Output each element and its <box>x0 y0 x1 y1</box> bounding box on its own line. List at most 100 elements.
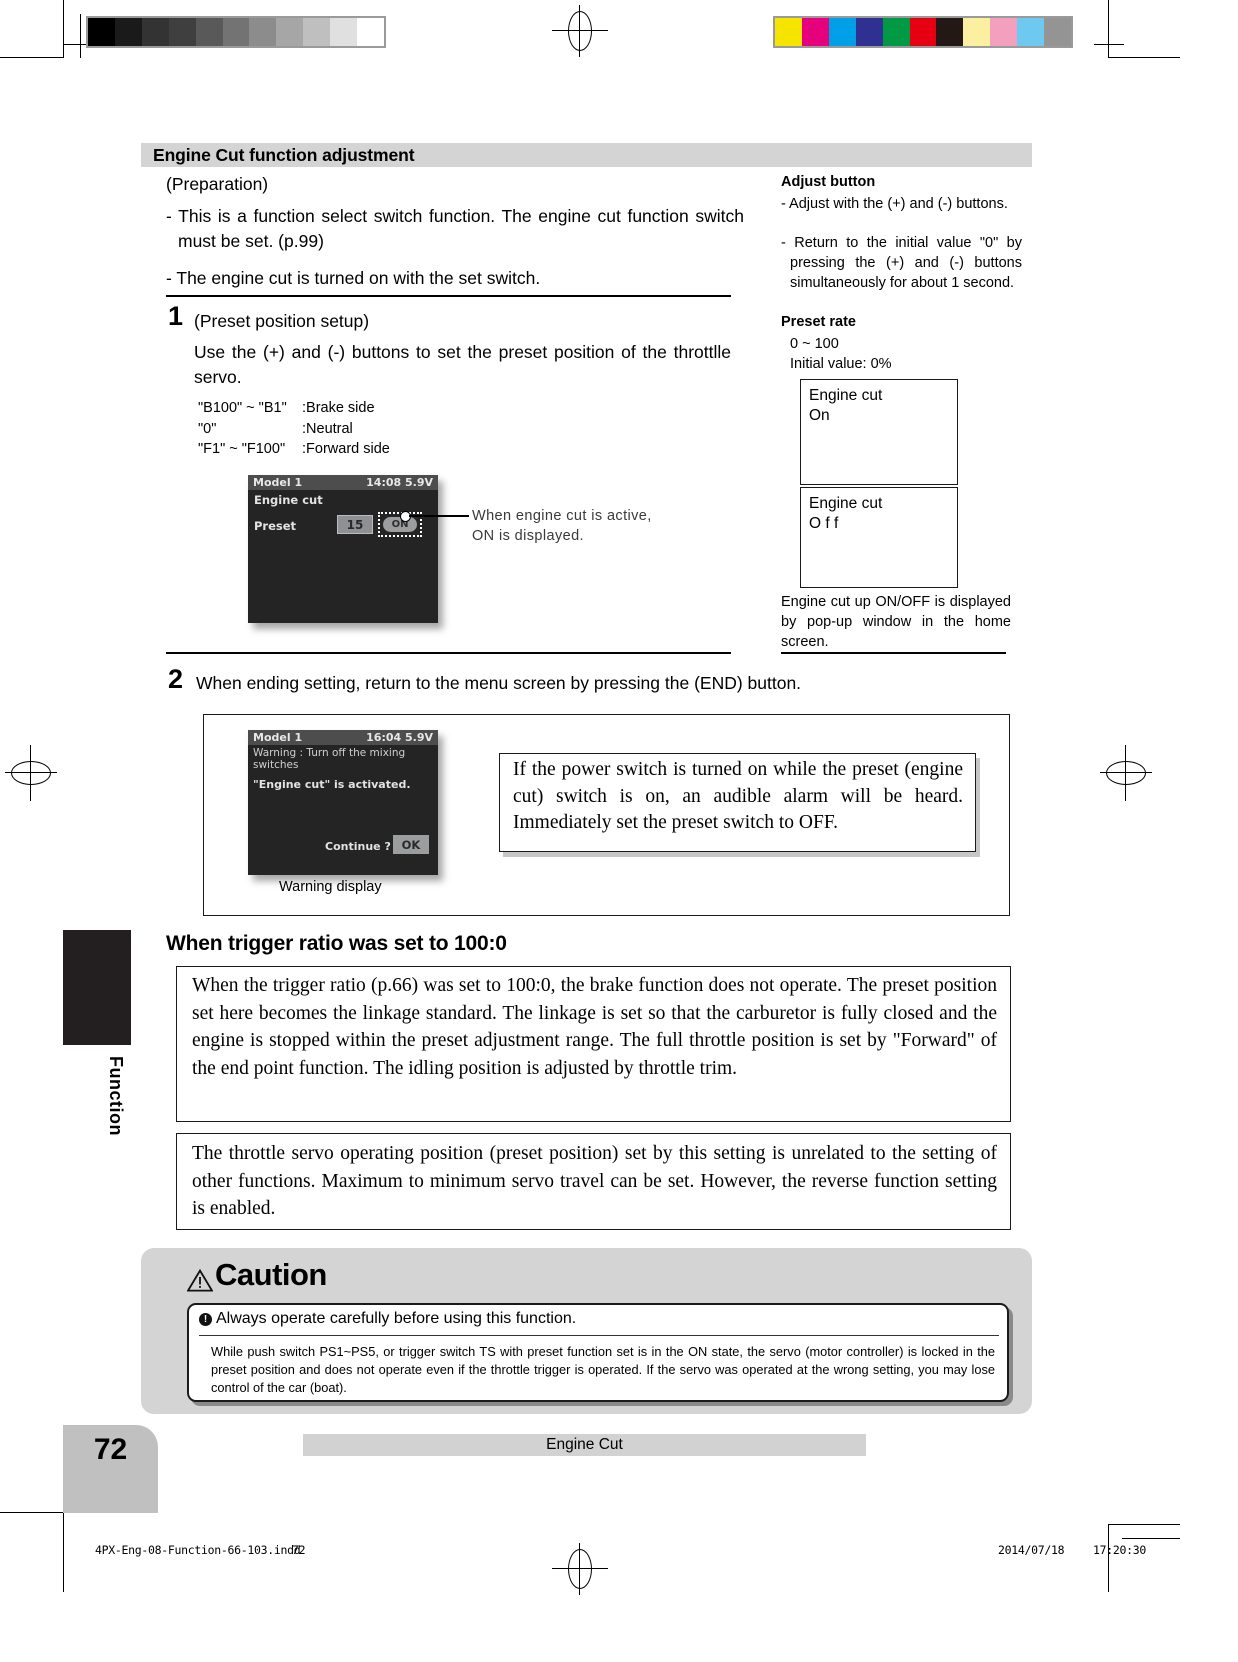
lcd-warning-time-voltage: 16:04 5.9V <box>366 731 433 744</box>
caution-headline: Always operate carefully before using th… <box>216 1310 577 1327</box>
page-number: 72 <box>63 1425 158 1513</box>
gray-swatch <box>249 18 277 46</box>
preset-rate-initial: Initial value: 0% <box>790 356 892 372</box>
range-value-3: "F1" ~ "F100" <box>198 441 286 458</box>
prep-item-1: - This is a function select switch funct… <box>166 206 744 252</box>
adjust-item-1: - Adjust with the (+) and (-) buttons. <box>781 196 1008 212</box>
gray-swatch <box>357 18 384 46</box>
print-date: 2014/07/18 <box>998 1543 1065 1557</box>
lcd-preset-screen: Model 1 14:08 5.9V Engine cut Preset 15 … <box>248 475 438 623</box>
gray-swatch <box>222 18 250 46</box>
crop-mark-bottom-right-inner <box>1122 1538 1180 1540</box>
crop-mark-bottom-left-h <box>0 1512 63 1514</box>
side-tab-label: Function <box>106 1056 126 1136</box>
preset-range-table: "B100" ~ "B1" :Brake side "0" :Neutral "… <box>198 398 618 460</box>
popup-on-line2: On <box>809 407 830 425</box>
step1-number: 1 <box>168 301 184 331</box>
lcd-row-label: Preset <box>254 519 297 533</box>
lcd-status-bar: Model 1 14:08 5.9V <box>248 475 438 490</box>
color-swatch <box>909 18 937 46</box>
popup-off-line1: Engine cut <box>809 495 883 512</box>
crop-mark-bottom-right-v <box>1108 1524 1110 1592</box>
range-desc-2: :Neutral <box>302 420 353 437</box>
step1-subtitle: (Preset position setup) <box>194 311 370 331</box>
lcd-warning-screen: Model 1 16:04 5.9V Warning : Turn off th… <box>248 730 438 875</box>
lcd-callout-text: When engine cut is active, ON is display… <box>472 508 652 544</box>
caution-title-label: Caution <box>215 1257 327 1292</box>
registration-mark-bottom <box>552 1543 608 1595</box>
preparation-label: (Preparation) <box>166 174 269 194</box>
color-swatch <box>828 18 856 46</box>
prep-item-2: - The engine cut is turned on with the s… <box>166 268 541 288</box>
range-desc-1: :Brake side <box>302 400 375 416</box>
crop-mark-top-right-corner-h <box>1094 44 1124 46</box>
footer-chapter-band: Engine Cut <box>303 1434 866 1456</box>
color-swatch <box>936 18 964 46</box>
warning-triangle-icon <box>186 1264 214 1292</box>
registration-mark-top <box>552 5 608 57</box>
exclamation-icon: ! <box>199 1313 212 1326</box>
preset-rate-title: Preset rate <box>781 314 856 330</box>
color-swatch <box>963 18 991 46</box>
lcd-model-name: Model 1 <box>253 476 303 489</box>
caution-inner-box: ! Always operate carefully before using t… <box>187 1303 1009 1402</box>
lcd-warning-ok-button[interactable]: OK <box>393 835 429 854</box>
warning-display-caption: Warning display <box>279 879 382 895</box>
gray-swatch <box>195 18 223 46</box>
lcd-warning-model-name: Model 1 <box>253 731 303 744</box>
lcd-warning-line1: Warning : Turn off the mixing switches <box>253 747 406 771</box>
crop-mark-bottom-right-h <box>1108 1524 1180 1526</box>
crop-mark-top-right-v <box>1108 0 1110 58</box>
caution-body-text: While push switch PS1~PS5, or trigger sw… <box>211 1344 995 1396</box>
lcd-preset-value[interactable]: 15 <box>337 515 373 534</box>
callout-leader-line <box>409 515 469 517</box>
trigger-para2-text: The throttle servo operating position (p… <box>192 1143 997 1220</box>
side-tab-marker <box>63 930 131 1045</box>
gray-swatch <box>276 18 304 46</box>
print-time: 17:20:30 <box>1093 1543 1146 1557</box>
grayscale-calibration-bar <box>86 16 386 48</box>
trigger-para1-text: When the trigger ratio (p.66) was set to… <box>192 975 997 1080</box>
lcd-screen-title: Engine cut <box>254 493 323 507</box>
registration-mark-right <box>1100 745 1152 801</box>
print-filename: 4PX-Eng-08-Function-66-103.indd <box>95 1543 301 1557</box>
crop-mark-bottom-left-v <box>63 1512 65 1592</box>
callout-anchor-dot <box>400 511 411 522</box>
caution-hairline-divider <box>199 1335 999 1336</box>
print-page-number: 72 <box>292 1543 306 1557</box>
color-swatch <box>882 18 910 46</box>
color-swatch <box>855 18 883 46</box>
range-value-1: "B100" ~ "B1" <box>198 400 287 416</box>
gray-swatch <box>168 18 196 46</box>
step2-text: When ending setting, return to the menu … <box>196 673 802 693</box>
step1-text: Use the (+) and (-) buttons to set the p… <box>194 342 731 388</box>
caution-title: Caution <box>186 1255 327 1295</box>
gray-swatch <box>114 18 142 46</box>
trigger-ratio-heading: When trigger ratio was set to 100:0 <box>166 932 507 955</box>
gray-swatch <box>88 18 115 46</box>
range-desc-3: :Forward side <box>302 441 390 458</box>
crop-mark-top-left-v <box>63 0 65 58</box>
lcd-warning-prompt: Continue ? <box>325 840 391 853</box>
popup-off-line2: O f f <box>809 515 839 533</box>
crop-mark-top-right-h <box>1108 57 1180 59</box>
section-header: Engine Cut function adjustment <box>141 143 1032 167</box>
adjust-item-2: - Return to the initial value "0" by pre… <box>781 235 1022 291</box>
section-title: Engine Cut function adjustment <box>153 144 415 165</box>
divider-step1 <box>166 295 731 298</box>
preset-rate-range: 0 ~ 100 <box>790 336 839 352</box>
color-calibration-bar <box>773 16 1073 48</box>
color-swatch <box>1044 18 1071 46</box>
range-value-2: "0" <box>198 420 217 437</box>
gray-swatch <box>303 18 331 46</box>
popup-on-line1: Engine cut <box>809 387 883 404</box>
color-swatch <box>775 18 802 46</box>
caution-headline-row: ! Always operate carefully before using t… <box>199 1310 576 1328</box>
crop-mark-top-left-h <box>0 57 63 59</box>
step2-number: 2 <box>168 664 184 694</box>
popup-boxes-caption: Engine cut up ON/OFF is displayed by pop… <box>781 594 1011 650</box>
registration-mark-left <box>5 745 57 801</box>
step2-note-text: If the power switch is turned on while t… <box>513 759 963 834</box>
divider-sidebar-bottom <box>781 652 1006 655</box>
lcd-warning-status-bar: Model 1 16:04 5.9V <box>248 730 438 745</box>
